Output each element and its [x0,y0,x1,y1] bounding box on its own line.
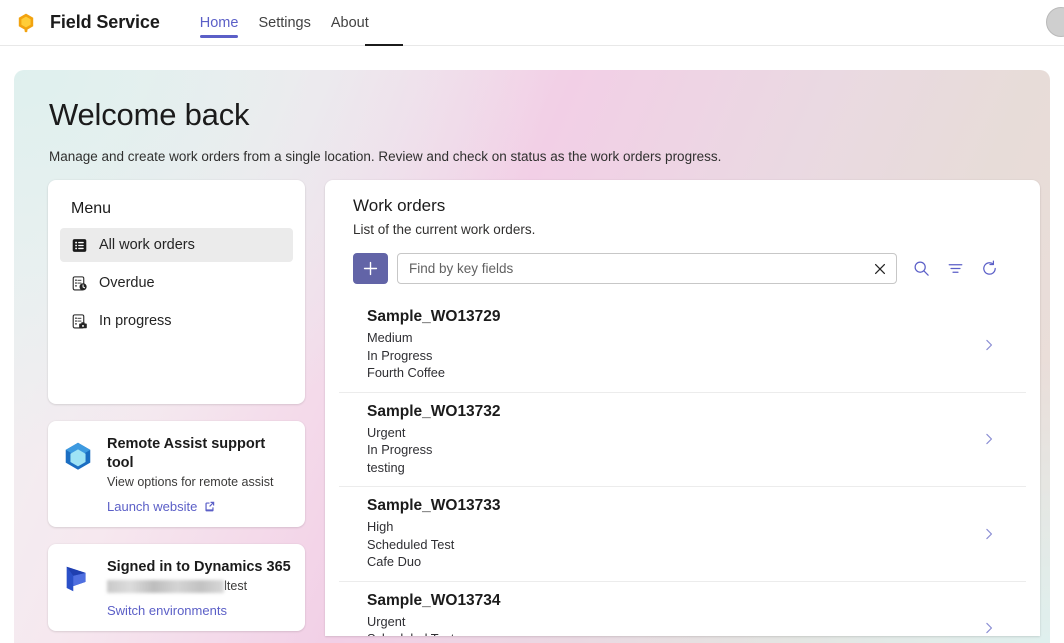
add-work-order-button[interactable] [353,253,388,284]
welcome-hero: Welcome back Manage and create work orde… [14,70,1050,643]
search-field[interactable] [397,253,897,284]
remote-assist-cube-icon [65,442,91,470]
dynamics-signin-body: Signed in to Dynamics 365 █████████████l… [107,558,291,618]
remote-assist-title: Remote Assist support tool [107,436,266,471]
work-order-account: Fourth Coffee [367,365,446,380]
chevron-right-icon[interactable] [982,621,996,635]
work-order-details: Sample_WO13734 Urgent Scheduled Test Caf… [367,592,501,637]
dynamics-signin-title: Signed in to Dynamics 365 [107,559,291,575]
work-order-details: Sample_WO13733 High Scheduled Test Cafe … [367,497,501,571]
work-order-status: Scheduled Test [367,536,455,552]
dynamics-signin-card[interactable]: Signed in to Dynamics 365 █████████████l… [48,544,305,631]
work-orders-list: Sample_WO13729 Medium In Progress Fourth… [325,298,1040,636]
work-orders-card: Work orders List of the current work ord… [325,180,1040,636]
refresh-icon[interactable] [980,259,999,278]
sidebar-item-in-progress[interactable]: In progress [60,304,293,338]
dynamics-environment: █████████████ltest [107,579,291,593]
environment-suffix: ltest [224,579,248,593]
menu-heading: Menu [71,200,112,217]
work-order-status: In Progress [367,347,433,363]
launch-website-link[interactable]: Launch website [107,499,292,514]
page-subtitle: Manage and create work orders from a sin… [49,149,722,164]
work-orders-toolbar [325,237,1040,284]
left-column: Menu All work orders Overdue In progress… [48,180,305,636]
work-order-status: Scheduled Test [367,630,501,636]
open-in-new-icon [205,501,215,512]
header-focus-indicator [365,44,403,46]
nav-tab-home[interactable]: Home [190,0,249,46]
work-order-account: Cafe Duo [367,554,422,569]
sidebar-item-label: All work orders [99,237,195,253]
redacted-environment-name: █████████████ [107,580,225,593]
sidebar-item-all-work-orders[interactable]: All work orders [60,228,293,262]
work-order-status: In Progress [367,442,433,457]
work-orders-title: Work orders [353,196,446,215]
search-input[interactable] [398,254,896,283]
table-row[interactable]: Sample_WO13733 High Scheduled Test Cafe … [339,487,1026,582]
work-order-details: Sample_WO13729 Medium In Progress Fourth… [367,308,501,382]
chevron-right-icon[interactable] [982,432,996,446]
app-header: Field Service Home Settings About [0,0,1064,46]
brand: Field Service [14,11,160,35]
content-columns: Menu All work orders Overdue In progress… [14,164,1050,636]
main-nav: Home Settings About [190,0,379,46]
chevron-right-icon[interactable] [982,338,996,352]
switch-environments-link[interactable]: Switch environments [107,603,291,618]
nav-tab-about[interactable]: About [321,0,379,46]
menu-card: Menu All work orders Overdue In progress [48,180,305,404]
list-clock-icon [72,275,87,291]
table-row[interactable]: Sample_WO13729 Medium In Progress Fourth… [339,298,1026,393]
work-order-priority: Medium [367,330,413,345]
work-order-priority: High [367,519,394,534]
work-order-title: Sample_WO13733 [367,497,501,514]
nav-tab-settings[interactable]: Settings [248,0,320,46]
avatar[interactable] [1046,7,1064,37]
field-service-hexagon-logo-icon [18,13,34,32]
page-title: Welcome back [49,97,250,132]
work-order-title: Sample_WO13732 [367,402,501,420]
remote-assist-subtitle: View options for remote assist [107,475,274,489]
search-icon[interactable] [912,259,931,278]
sidebar-item-overdue[interactable]: Overdue [60,266,293,300]
table-row[interactable]: Sample_WO13734 Urgent Scheduled Test Caf… [339,582,1026,637]
work-order-title: Sample_WO13734 [367,591,501,609]
remote-assist-body: Remote Assist support tool View options … [107,435,292,514]
work-order-details: Sample_WO13732 Urgent In Progress testin… [367,403,501,477]
plus-icon [363,261,378,276]
sidebar-item-label: In progress [99,313,172,329]
work-order-priority: Urgent [367,424,406,440]
remote-assist-card[interactable]: Remote Assist support tool View options … [48,421,305,527]
launch-website-label: Launch website [107,499,198,514]
list-filled-icon [72,238,87,252]
work-orders-subtitle: List of the current work orders. [353,222,536,237]
work-order-priority: Urgent [367,613,406,629]
list-toolbox-icon [72,313,87,329]
table-row[interactable]: Sample_WO13732 Urgent In Progress testin… [339,393,1026,487]
right-column: Work orders List of the current work ord… [325,180,1040,636]
sidebar-item-label: Overdue [99,275,155,291]
work-order-title: Sample_WO13729 [367,308,501,325]
dynamics-365-icon [66,566,86,592]
chevron-right-icon[interactable] [982,527,996,541]
filter-icon[interactable] [946,259,965,278]
work-order-account: testing [367,459,405,475]
app-title: Field Service [50,12,160,32]
close-x-icon[interactable] [872,261,888,277]
